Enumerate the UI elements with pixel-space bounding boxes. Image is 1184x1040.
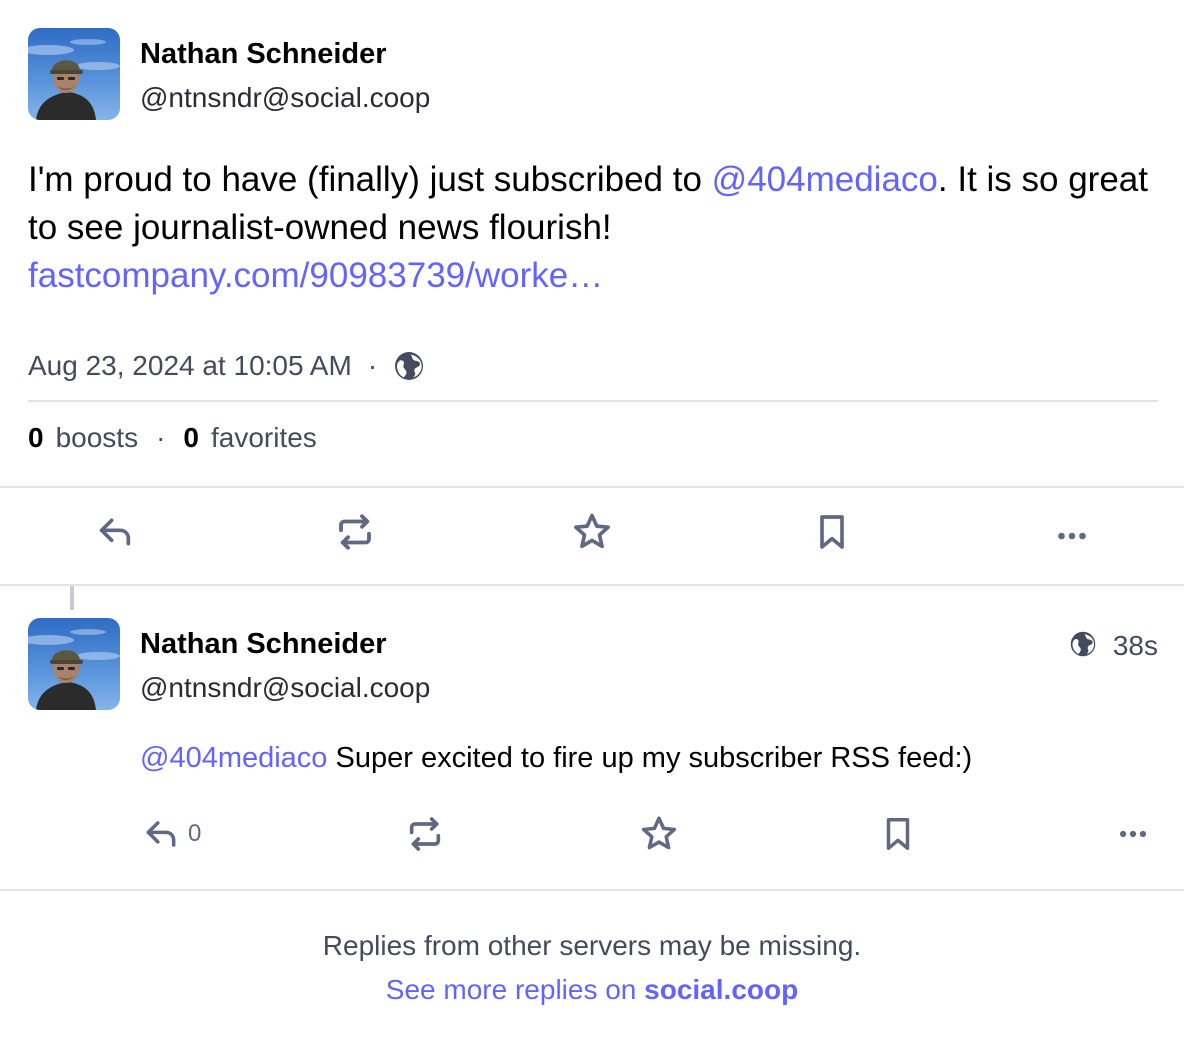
divider xyxy=(0,889,1184,891)
reply-icon xyxy=(146,821,176,847)
favorite-button[interactable] xyxy=(634,804,684,864)
see-more-label: See more replies on xyxy=(385,974,645,1005)
boosts-count[interactable]: 0 xyxy=(28,422,44,454)
reply-content: @404mediaco Super excited to fire up my … xyxy=(140,736,972,780)
avatar-image xyxy=(28,618,120,710)
see-more-replies-link[interactable]: See more replies on social.coop xyxy=(0,968,1184,1012)
reply-button[interactable] xyxy=(90,502,140,562)
boost-icon xyxy=(339,514,371,550)
author-display-name[interactable]: Nathan Schneider xyxy=(140,38,387,71)
author-handle[interactable]: @ntnsndr@social.coop xyxy=(140,82,430,114)
status-meta: Aug 23, 2024 at 10:05 AM · xyxy=(28,346,425,386)
bookmark-icon xyxy=(886,818,910,850)
missing-replies-notice: Replies from other servers may be missin… xyxy=(322,930,862,961)
globe-icon xyxy=(1069,630,1101,662)
more-button[interactable] xyxy=(1046,506,1098,566)
globe-icon[interactable] xyxy=(393,350,425,382)
reply-meta: 38s xyxy=(1069,630,1158,662)
reply-text: Super excited to fire up my subscriber R… xyxy=(327,742,973,774)
bookmark-button[interactable] xyxy=(873,804,923,864)
boosts-label[interactable]: boosts xyxy=(56,422,139,454)
favorite-button[interactable] xyxy=(567,502,617,562)
more-button[interactable] xyxy=(1108,804,1158,864)
reply-icon xyxy=(99,518,131,546)
favorites-label[interactable]: favorites xyxy=(211,422,317,454)
reply-count: 0 xyxy=(188,820,202,847)
more-icon xyxy=(1058,532,1086,540)
status-timestamp[interactable]: Aug 23, 2024 at 10:05 AM xyxy=(28,350,352,382)
favorites-count[interactable]: 0 xyxy=(183,422,199,454)
reply-button[interactable]: 0 xyxy=(142,804,222,864)
status-counts: 0 boosts · 0 favorites xyxy=(28,418,317,458)
boost-button[interactable] xyxy=(400,804,450,864)
boost-icon xyxy=(409,817,441,851)
replies-footer: Replies from other servers may be missin… xyxy=(0,924,1184,1012)
article-link[interactable]: fastcompany.com/90983739/worke… xyxy=(28,256,603,295)
mention-link[interactable]: @404mediaco xyxy=(712,160,938,199)
avatar[interactable] xyxy=(28,618,120,710)
meta-separator: · xyxy=(367,350,378,381)
reply-action-bar: 0 xyxy=(0,804,1184,864)
avatar-image xyxy=(28,28,120,120)
star-icon xyxy=(641,816,677,850)
bookmark-icon xyxy=(820,515,844,549)
boost-button[interactable] xyxy=(330,502,380,562)
mention-link[interactable]: @404mediaco xyxy=(140,742,327,774)
avatar[interactable] xyxy=(28,28,120,120)
status-action-bar xyxy=(0,488,1184,584)
star-icon xyxy=(574,513,610,549)
status-text: I'm proud to have (finally) just subscri… xyxy=(28,160,712,199)
status-content: I'm proud to have (finally) just subscri… xyxy=(28,156,1168,300)
bookmark-button[interactable] xyxy=(807,502,857,562)
reply-author-handle[interactable]: @ntnsndr@social.coop xyxy=(140,672,430,704)
reply-relative-time[interactable]: 38s xyxy=(1113,630,1158,662)
counts-separator: · xyxy=(156,422,166,453)
see-more-domain: social.coop xyxy=(644,974,799,1005)
reply-author-display-name[interactable]: Nathan Schneider xyxy=(140,628,387,661)
more-icon xyxy=(1119,830,1147,838)
thread-connector xyxy=(70,586,74,610)
divider xyxy=(28,400,1158,402)
divider xyxy=(0,584,1184,586)
